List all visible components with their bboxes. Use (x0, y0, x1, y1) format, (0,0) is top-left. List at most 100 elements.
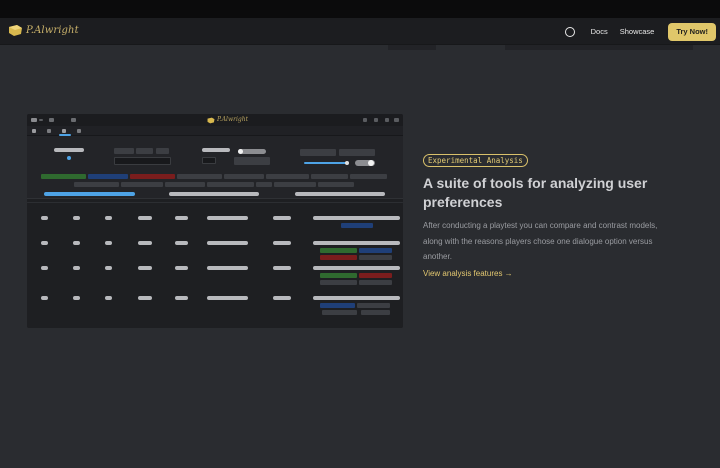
select-dropdown[interactable] (114, 157, 171, 165)
filter-chip[interactable] (224, 174, 264, 179)
results-table (27, 198, 403, 328)
filter-chip[interactable] (274, 182, 316, 187)
gear-icon (385, 118, 389, 122)
slider-handle[interactable] (345, 161, 349, 165)
cell (273, 266, 291, 270)
cell (73, 266, 80, 270)
cell (273, 296, 291, 300)
progress-bar (169, 192, 259, 196)
option-chip[interactable] (114, 148, 134, 154)
feature-headline: A suite of tools for analyzing user pref… (423, 175, 648, 210)
nav-link-docs[interactable]: Docs (591, 27, 608, 36)
cell (313, 216, 400, 220)
cell (105, 241, 112, 245)
filter-chip[interactable] (318, 182, 354, 187)
cell (73, 216, 80, 220)
filter-chip[interactable] (311, 174, 348, 179)
control-label (202, 148, 230, 152)
bar-neutral (322, 310, 357, 315)
cell (207, 296, 248, 300)
legend-swatch-green (41, 174, 86, 179)
bar-blue (320, 303, 355, 308)
navbar: P.Alwright Docs Showcase Try Now! (0, 18, 720, 45)
cell (313, 266, 400, 270)
filter-chip[interactable] (207, 182, 254, 187)
grid-icon (47, 129, 51, 133)
dropdown-shadow (505, 45, 693, 50)
cell (41, 266, 48, 270)
progress-bar (295, 192, 385, 196)
bar-neutral (359, 255, 392, 260)
filter-chip[interactable] (165, 182, 205, 187)
cell (73, 296, 80, 300)
cell (41, 241, 48, 245)
chart-icon (62, 129, 66, 133)
legend-swatch-red (130, 174, 175, 179)
filter-chip[interactable] (121, 182, 163, 187)
bar-green (320, 248, 357, 253)
folder-icon (31, 118, 37, 122)
document-icon (32, 129, 36, 133)
filter-chip[interactable] (266, 174, 309, 179)
try-now-button[interactable]: Try Now! (668, 22, 716, 41)
preview-titlebar: P.Alwright (27, 114, 403, 126)
cell (138, 241, 152, 245)
chevron-down-icon (394, 118, 399, 122)
bar-blue (359, 248, 392, 253)
refresh-icon (374, 118, 378, 122)
feature-badge: Experimental Analysis (423, 154, 528, 167)
cell (105, 216, 112, 220)
cell (41, 216, 48, 220)
bar-neutral (361, 310, 390, 315)
cell (175, 216, 188, 220)
cell (207, 241, 248, 245)
filter-chip[interactable] (74, 182, 119, 187)
panel-icon (71, 118, 76, 122)
app-preview-screenshot: P.Alwright (27, 114, 403, 328)
view-analysis-features-link[interactable]: View analysis features → (423, 269, 513, 278)
cell (138, 296, 152, 300)
bar-red (359, 273, 392, 278)
toggle-knob (368, 160, 374, 166)
filter-chip[interactable] (177, 174, 222, 179)
window-top-strip (0, 0, 720, 18)
preview-tabs (27, 126, 403, 136)
cell (313, 241, 400, 245)
circle-icon[interactable] (564, 26, 575, 37)
preview-app-name: P.Alwright (217, 116, 249, 123)
option-chip[interactable] (156, 148, 169, 154)
text-field[interactable] (234, 157, 270, 165)
option-chip[interactable] (136, 148, 153, 154)
nav-link-showcase[interactable]: Showcase (620, 27, 655, 36)
cell (207, 216, 248, 220)
bar-red (320, 255, 357, 260)
control-label (54, 148, 84, 152)
radio-dot[interactable] (67, 156, 71, 160)
bar-neutral (357, 303, 390, 308)
legend-swatch-blue (88, 174, 128, 179)
brand-logo[interactable]: P.Alwright (8, 24, 79, 37)
user-icon (77, 129, 81, 133)
grid-icon (49, 118, 54, 122)
cell (138, 266, 152, 270)
option-chip[interactable] (300, 149, 336, 156)
option-chip[interactable] (339, 149, 375, 156)
cell (175, 296, 188, 300)
nav-actions: Docs Showcase Try Now! (564, 22, 716, 41)
slider-track[interactable] (304, 162, 348, 164)
dropdown-shadow (388, 45, 436, 50)
cell (41, 296, 48, 300)
cell (207, 266, 248, 270)
progress-bar-active (44, 192, 135, 196)
logo-icon (207, 117, 215, 124)
number-stepper[interactable] (202, 157, 216, 164)
bar-green (320, 273, 357, 278)
cell (105, 266, 112, 270)
bar-neutral (320, 280, 357, 285)
cell (175, 241, 188, 245)
filter-chip[interactable] (256, 182, 272, 187)
logo-icon (9, 25, 22, 36)
settings-icon (363, 118, 367, 122)
filter-chip[interactable] (350, 174, 387, 179)
bar-neutral (359, 280, 392, 285)
